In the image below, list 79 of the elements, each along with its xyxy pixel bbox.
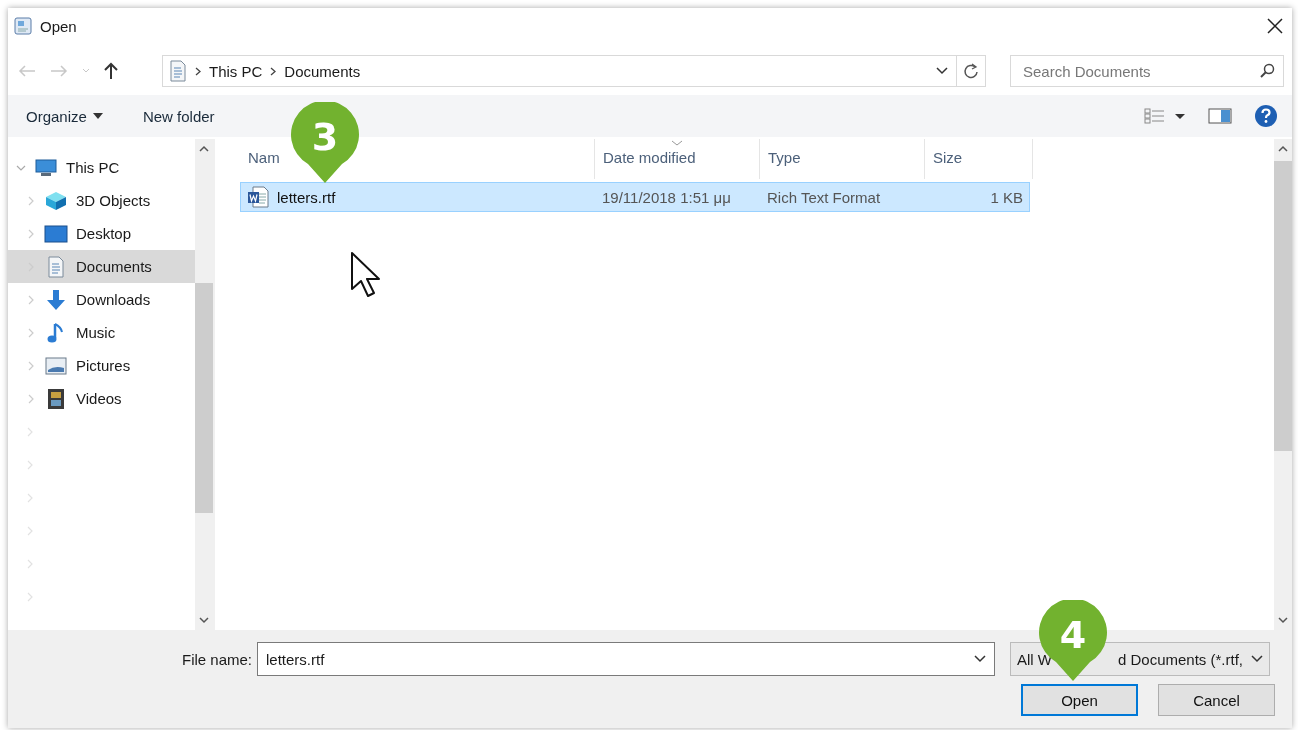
app-icon	[14, 17, 32, 35]
step-marker: 3	[290, 102, 360, 184]
chevron-right-icon	[195, 66, 201, 76]
forward-arrow-icon[interactable]	[50, 64, 68, 78]
scrollbar-thumb[interactable]	[195, 283, 213, 513]
chevron-icon[interactable]	[27, 294, 35, 305]
address-bar[interactable]: This PC Documents	[162, 55, 986, 87]
scroll-up-icon[interactable]	[1278, 145, 1288, 153]
breadcrumb[interactable]: This PC	[209, 62, 263, 80]
tree-item[interactable]: Pictures	[8, 349, 195, 382]
sort-caret-icon	[671, 140, 683, 146]
chevron-icon[interactable]	[16, 163, 26, 172]
search-icon[interactable]	[1259, 63, 1275, 79]
column-header[interactable]: Type	[760, 139, 925, 179]
file-name-field[interactable]: letters.rtf	[257, 642, 995, 676]
file-type-text: d Documents (*.rtf,	[1118, 650, 1244, 668]
table-cell-text: Rich Text Format	[766, 188, 882, 206]
scrollbar-thumb[interactable]	[1274, 161, 1292, 451]
new-folder-button[interactable]: New folder	[142, 107, 215, 125]
file-name: letters.rtf	[277, 188, 336, 206]
refresh-icon[interactable]	[963, 63, 979, 79]
field-label: File name:	[180, 650, 253, 668]
tree-item-label: Music	[76, 324, 116, 341]
table-cell-text: 19/11/2018 1:51 μμ	[601, 188, 732, 206]
tree-item[interactable]: Music	[8, 316, 195, 349]
tree-item-label: Desktop	[76, 225, 132, 242]
cube-icon	[45, 190, 67, 211]
file-row[interactable]: letters.rtf 19/11/2018 1:51 μμ Rich Text Format 1 KB	[240, 182, 1030, 212]
tree-item-label: Downloads	[76, 291, 151, 308]
column-header[interactable]: Date modified	[595, 139, 760, 179]
word-document-icon	[247, 186, 269, 208]
dropdown-caret-icon[interactable]	[1251, 655, 1263, 663]
tree-item[interactable]: This PC	[8, 151, 195, 184]
dialog-button[interactable]: Open	[1021, 684, 1138, 716]
chevron-icon[interactable]	[27, 393, 35, 404]
breadcrumb[interactable]: Documents	[284, 62, 361, 80]
music-note-icon	[47, 321, 65, 344]
dropdown-caret-icon[interactable]	[936, 67, 948, 75]
dialog-button[interactable]: Cancel	[1158, 684, 1275, 716]
view-options-icon[interactable]	[1144, 108, 1186, 124]
chevron-icon[interactable]	[27, 327, 35, 338]
tree-item[interactable]: Documents	[8, 250, 195, 283]
organize-button[interactable]: Organize	[26, 107, 103, 125]
tree-item-label: This PC	[66, 159, 120, 176]
down-arrow-icon	[45, 288, 67, 311]
film-icon	[47, 387, 65, 410]
tree-item-label: 3D Objects	[76, 192, 151, 209]
scroll-down-icon[interactable]	[199, 616, 209, 624]
tree-item-label: Videos	[76, 390, 122, 407]
scroll-up-icon[interactable]	[199, 145, 209, 153]
desktop-icon	[44, 224, 68, 243]
chevron-right-icon	[270, 66, 277, 76]
up-arrow-icon[interactable]	[104, 62, 118, 80]
help-icon[interactable]	[1254, 104, 1278, 128]
caret-icon	[92, 113, 103, 119]
tree-item[interactable]: 3D Objects	[8, 184, 195, 217]
back-arrow-icon[interactable]	[18, 64, 36, 78]
column-header[interactable]: Size	[925, 139, 1033, 179]
computer-icon	[35, 158, 57, 177]
chevron-icon[interactable]	[27, 195, 35, 206]
scrollbar[interactable]	[1274, 139, 1292, 630]
table-cell-text: 1 KB	[989, 188, 1024, 206]
tree-item[interactable]: Downloads	[8, 283, 195, 316]
picture-icon	[45, 356, 67, 375]
dropdown-caret-icon[interactable]	[974, 655, 986, 663]
scroll-down-icon[interactable]	[1278, 616, 1288, 624]
tree-item-label: Documents	[76, 258, 152, 275]
chevron-icon[interactable]	[27, 228, 35, 239]
close-icon[interactable]	[1266, 17, 1284, 35]
folder-location-icon	[169, 60, 187, 82]
tree-item[interactable]: Desktop	[8, 217, 195, 250]
window-title: Open	[40, 17, 78, 35]
chevron-icon[interactable]	[27, 360, 35, 371]
scrollbar[interactable]	[195, 139, 213, 630]
document-icon	[47, 255, 65, 278]
tree-item[interactable]: Videos	[8, 382, 195, 415]
preview-pane-icon[interactable]	[1208, 107, 1232, 125]
search-field[interactable]: Search Documents	[1010, 55, 1284, 87]
tree-item-label: Pictures	[76, 357, 131, 374]
